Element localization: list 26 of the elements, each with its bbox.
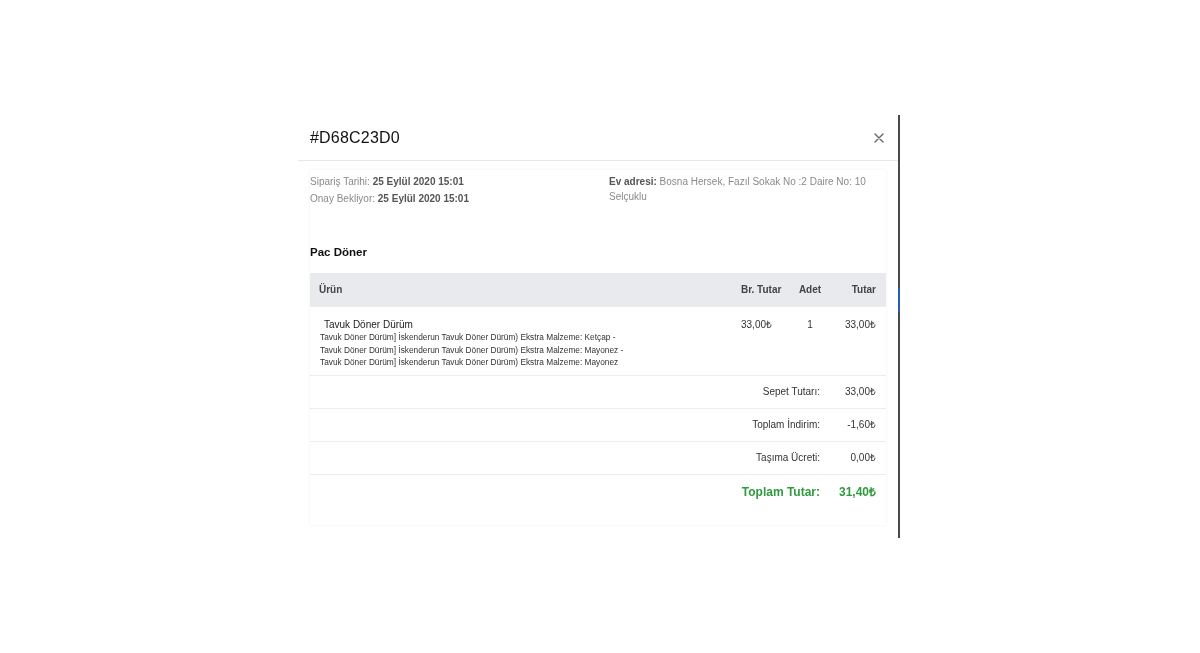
modal-title: #D68C23D0 — [310, 128, 400, 147]
summary-value: -1,60₺ — [847, 418, 877, 432]
summary-label: Sepet Tutarı: — [762, 385, 820, 399]
product-option-text: Tavuk Döner Dürüm] İskenderun Tavuk Döner Dürüm) Ekstra Malzeme: Ketçap - — [320, 331, 616, 344]
grand-total-value: 31,40₺ — [838, 483, 877, 501]
close-icon — [874, 132, 884, 143]
unit-price-cell-text: 33,00₺ — [740, 318, 774, 331]
summary-label: Taşıma Ücreti: — [756, 451, 820, 465]
summary-label: Toplam İndirim: — [752, 417, 820, 432]
order-info-text: Onay Bekliyor: 25 Eylül 2020 15:01 — [310, 192, 469, 206]
summary-value: 0,00₺ — [850, 451, 877, 465]
product-option-text: Tavuk Döner Dürüm] İskenderun Tavuk Döner Dürüm) Ekstra Malzeme: Mayonez - — [320, 343, 624, 356]
column-header: Adet — [797, 284, 823, 295]
total-cell-text: 33,00₺ — [843, 318, 877, 331]
summary-value: 33,00₺ — [844, 385, 877, 399]
quantity-cell-text: 1 — [806, 318, 814, 331]
column-header: Tutar — [850, 284, 877, 295]
product-name: Tavuk Döner Dürüm — [324, 318, 413, 331]
column-header: Br. Tutar — [740, 284, 783, 295]
grand-total-label: Toplam Tutar: — [741, 483, 820, 501]
order-info-text: Sipariş Tarihi: 25 Eylül 2020 15:01 — [310, 175, 464, 189]
restaurant-name: Pac Döner — [310, 245, 367, 260]
address-text: Ev adresi: Bosna Hersek, Fazıl Sokak No :2 Daire No: 10 Selçuklu — [609, 175, 867, 204]
product-option-text: Tavuk Döner Dürüm] İskenderun Tavuk Döner Dürüm) Ekstra Malzeme: Mayonez — [320, 356, 619, 369]
scroll-thumb[interactable] — [898, 288, 900, 312]
column-header: Ürün — [318, 284, 344, 295]
